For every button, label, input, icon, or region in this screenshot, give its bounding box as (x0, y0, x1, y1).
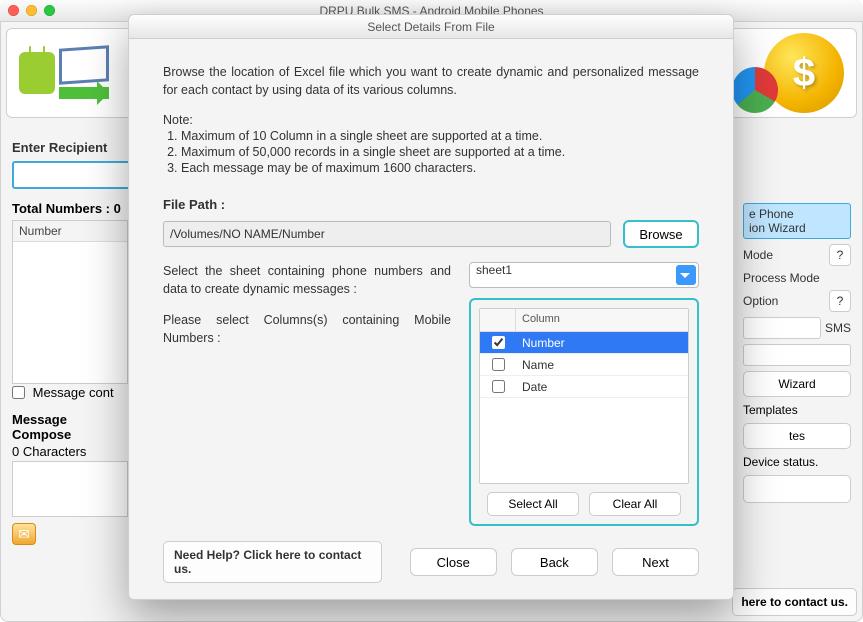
message-composer[interactable] (12, 461, 128, 517)
dialog-footer: Need Help? Click here to contact us. Clo… (163, 541, 699, 583)
rside-line1: e Phone (749, 207, 806, 221)
close-window-icon[interactable] (8, 5, 19, 16)
columns-table: Column Number Name Date (479, 308, 689, 484)
column-checkbox[interactable] (492, 380, 505, 393)
option-label: Option (743, 294, 778, 308)
templates-label: Templates (743, 403, 851, 417)
minimize-window-icon[interactable] (26, 5, 37, 16)
traffic-lights[interactable] (8, 5, 55, 16)
dialog-description: Browse the location of Excel file which … (163, 63, 699, 99)
wizard-button[interactable]: Wizard (743, 371, 851, 397)
file-path-label: File Path : (163, 197, 699, 212)
columns-panel: Column Number Name Date Select All Clear A… (469, 298, 699, 526)
dialog-title: Select Details From File (129, 15, 733, 39)
total-numbers-label: Total Numbers : 0 (12, 201, 124, 216)
process-mode-label: Process Mode (743, 271, 820, 285)
option-help-button[interactable]: ? (829, 290, 851, 312)
select-all-button[interactable]: Select All (487, 492, 579, 516)
clear-all-button[interactable]: Clear All (589, 492, 681, 516)
extra-select-row (743, 344, 851, 366)
message-contains-checkbox-input[interactable] (12, 386, 25, 399)
instructions-column: Select the sheet containing phone number… (163, 262, 451, 526)
option-row: Option ? (743, 290, 851, 312)
android-icon (19, 52, 55, 94)
envelope-icon (59, 45, 109, 84)
column-row[interactable]: Name (480, 354, 688, 376)
mode-label: Mode (743, 248, 773, 262)
process-mode-row: Process Mode (743, 271, 851, 285)
message-contains-checkbox[interactable]: Message cont (12, 385, 114, 400)
sheet-columns-column: sheet1 Column Number Name Date Select All … (469, 262, 699, 526)
message-contains-label: Message cont (33, 385, 114, 400)
next-button[interactable]: Next (612, 548, 699, 576)
extra-select[interactable] (743, 344, 851, 366)
note-item: Each message may be of maximum 1600 char… (181, 161, 699, 175)
column-checkbox[interactable] (492, 358, 505, 371)
sheet-select[interactable]: sheet1 (469, 262, 699, 288)
dollar-coin-icon: $ (764, 33, 844, 113)
message-composer-label: Message Compose (12, 412, 124, 442)
right-panel: e Phone ion Wizard Mode ? Process Mode O… (743, 198, 851, 508)
select-columns-text: Please select Columns(s) containing Mobi… (163, 311, 451, 347)
column-header-label: Column (516, 309, 688, 331)
note-item: Maximum of 10 Column in a single sheet a… (181, 129, 699, 143)
char-count-label: 0 Characters (12, 444, 124, 459)
select-sheet-text: Select the sheet containing phone number… (163, 262, 451, 298)
dialog-notes: Note: Maximum of 10 Column in a single s… (163, 113, 699, 175)
zoom-window-icon[interactable] (44, 5, 55, 16)
recipients-list[interactable]: Number (12, 220, 128, 384)
column-label: Date (516, 380, 688, 394)
sms-type-select[interactable] (743, 317, 821, 339)
need-help-link[interactable]: Need Help? Click here to contact us. (163, 541, 382, 583)
column-label: Name (516, 358, 688, 372)
rside-line2: ion Wizard (749, 221, 806, 235)
note-heading: Note: (163, 113, 699, 127)
device-status-button[interactable] (743, 475, 851, 503)
column-row[interactable]: Date (480, 376, 688, 398)
sheet-select-value: sheet1 (476, 263, 512, 277)
sms-label: SMS (825, 321, 851, 335)
select-details-dialog: Select Details From File Browse the loca… (128, 14, 734, 600)
back-button[interactable]: Back (511, 548, 598, 576)
file-path-input[interactable] (163, 221, 611, 247)
sms-type-row: SMS (743, 317, 851, 339)
arrow-icon (59, 87, 109, 99)
mode-row: Mode ? (743, 244, 851, 266)
column-checkbox[interactable] (492, 336, 505, 349)
close-button[interactable]: Close (410, 548, 497, 576)
column-row[interactable]: Number (480, 332, 688, 354)
browse-button[interactable]: Browse (623, 220, 699, 248)
send-icon[interactable]: ✉ (12, 523, 36, 545)
device-status-label: Device status. (743, 455, 851, 469)
enter-recipient-label: Enter Recipient (12, 140, 124, 155)
column-label: Number (516, 336, 688, 350)
recipients-list-header: Number (13, 221, 127, 242)
mode-help-button[interactable]: ? (829, 244, 851, 266)
columns-table-header: Column (480, 309, 688, 332)
connection-wizard-tab[interactable]: e Phone ion Wizard (743, 203, 851, 239)
pie-chart-icon (732, 67, 778, 113)
templates-button[interactable]: tes (743, 423, 851, 449)
contact-us-footer[interactable]: here to contact us. (732, 588, 857, 616)
left-panel: Enter Recipient Total Numbers : 0 Number… (12, 140, 124, 545)
dialog-body: Browse the location of Excel file which … (129, 39, 733, 599)
app-logo (19, 47, 109, 99)
note-item: Maximum of 50,000 records in a single sh… (181, 145, 699, 159)
